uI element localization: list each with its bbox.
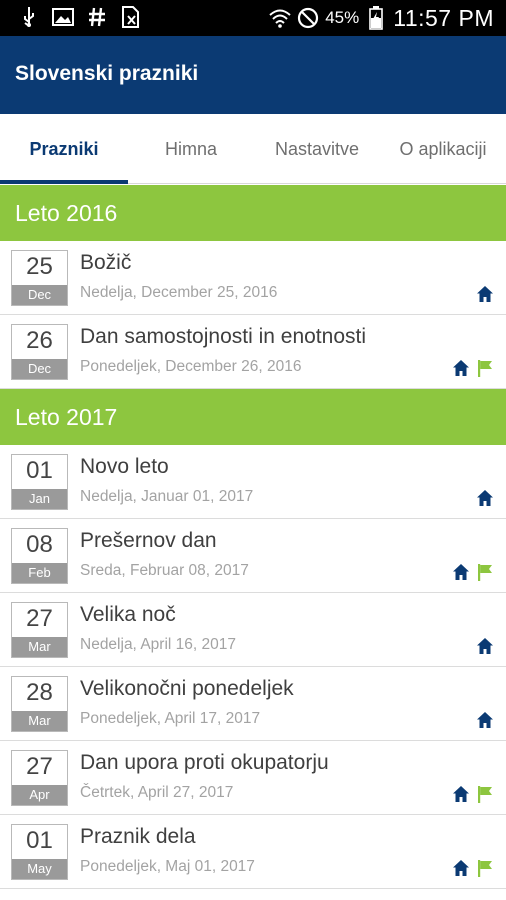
status-bar: 45% 11:57 PM	[0, 0, 506, 36]
date-day: 01	[26, 827, 53, 854]
no-sim-icon	[120, 6, 142, 28]
holiday-row[interactable]: 01 Jan Novo leto Nedelja, Januar 01, 2017	[0, 445, 506, 519]
holiday-date: Ponedeljek, Maj 01, 2017	[80, 858, 255, 875]
home-icon	[452, 359, 470, 377]
date-badge: 27 Apr	[11, 750, 68, 806]
date-badge: 01 Jan	[11, 454, 68, 510]
date-month: Jan	[12, 489, 67, 509]
holiday-title: Praznik dela	[80, 825, 196, 848]
usb-icon	[18, 6, 40, 28]
flag-icon	[476, 563, 494, 581]
holiday-title: Novo leto	[80, 455, 169, 478]
holiday-title: Prešernov dan	[80, 529, 217, 552]
holiday-list[interactable]: Leto 2016 25 Dec Božič Nedelja, December 25,…	[0, 185, 506, 889]
holiday-row[interactable]: 28 Mar Velikonočni ponedeljek Ponedeljek, A…	[0, 667, 506, 741]
year-header: Leto 2016	[0, 185, 506, 241]
date-day: 25	[26, 253, 53, 280]
date-month: Dec	[12, 359, 67, 379]
date-month: Dec	[12, 285, 67, 305]
holiday-row[interactable]: 27 Apr Dan upora proti okupatorju Četrtek, …	[0, 741, 506, 815]
date-day: 26	[26, 327, 53, 354]
date-day: 01	[26, 457, 53, 484]
flag-icon	[476, 785, 494, 803]
date-day: 28	[26, 679, 53, 706]
tab-prazniki[interactable]: Prazniki	[0, 114, 128, 184]
clock: 11:57 PM	[393, 4, 494, 31]
holiday-icons	[452, 859, 494, 877]
battery-percent: 45%	[325, 8, 360, 27]
flag-icon	[476, 859, 494, 877]
tab-nastavitve[interactable]: Nastavitve	[254, 114, 380, 184]
holiday-icons	[452, 563, 494, 581]
holiday-date: Ponedeljek, April 17, 2017	[80, 710, 261, 727]
holiday-row[interactable]: 08 Feb Prešernov dan Sreda, Februar 08, 201…	[0, 519, 506, 593]
holiday-icons	[452, 359, 494, 377]
wifi-icon	[269, 7, 291, 29]
battery-icon	[365, 6, 387, 30]
holiday-icons	[452, 785, 494, 803]
holiday-date: Ponedeljek, December 26, 2016	[80, 358, 302, 375]
holiday-date: Nedelja, Januar 01, 2017	[80, 488, 254, 505]
date-badge: 25 Dec	[11, 250, 68, 306]
home-icon	[452, 785, 470, 803]
status-bar-system: 45% 11:57 PM	[269, 3, 494, 33]
holiday-title: Dan upora proti okupatorju	[80, 751, 329, 774]
active-tab-indicator	[0, 180, 128, 184]
home-icon	[476, 637, 494, 655]
date-day: 27	[26, 605, 53, 632]
date-month: Feb	[12, 563, 67, 583]
date-badge: 28 Mar	[11, 676, 68, 732]
date-badge: 27 Mar	[11, 602, 68, 658]
year-header: Leto 2017	[0, 389, 506, 445]
do-not-disturb-icon	[297, 7, 319, 29]
holiday-icons	[476, 285, 494, 303]
holiday-row[interactable]: 26 Dec Dan samostojnosti in enotnosti Poned…	[0, 315, 506, 389]
holiday-row[interactable]: 25 Dec Božič Nedelja, December 25, 2016	[0, 241, 506, 315]
holiday-title: Dan samostojnosti in enotnosti	[80, 325, 366, 348]
app-title: Slovenski prazniki	[15, 62, 199, 85]
date-badge: 26 Dec	[11, 324, 68, 380]
date-badge: 01 May	[11, 824, 68, 880]
flag-icon	[476, 359, 494, 377]
holiday-title: Velikonočni ponedeljek	[80, 677, 294, 700]
holiday-date: Sreda, Februar 08, 2017	[80, 562, 249, 579]
date-month: Mar	[12, 711, 67, 731]
holiday-icons	[476, 637, 494, 655]
hash-icon	[86, 6, 108, 28]
home-icon	[452, 859, 470, 877]
holiday-row[interactable]: 27 Mar Velika noč Nedelja, April 16, 2017	[0, 593, 506, 667]
tab-himna[interactable]: Himna	[128, 114, 254, 184]
app-bar: Slovenski prazniki	[0, 36, 506, 114]
home-icon	[476, 711, 494, 729]
holiday-date: Četrtek, April 27, 2017	[80, 784, 234, 801]
date-month: May	[12, 859, 67, 879]
image-icon	[52, 6, 74, 28]
date-badge: 08 Feb	[11, 528, 68, 584]
tab-o-aplikaciji[interactable]: O aplikaciji	[380, 114, 506, 184]
date-day: 27	[26, 753, 53, 780]
holiday-title: Velika noč	[80, 603, 176, 626]
home-icon	[476, 489, 494, 507]
holiday-row[interactable]: 01 May Praznik dela Ponedeljek, Maj 01, 201…	[0, 815, 506, 889]
date-month: Apr	[12, 785, 67, 805]
holiday-icons	[476, 711, 494, 729]
holiday-icons	[476, 489, 494, 507]
holiday-date: Nedelja, December 25, 2016	[80, 284, 278, 301]
home-icon	[476, 285, 494, 303]
date-day: 08	[26, 531, 53, 558]
holiday-date: Nedelja, April 16, 2017	[80, 636, 236, 653]
holiday-title: Božič	[80, 251, 132, 274]
home-icon	[452, 563, 470, 581]
date-month: Mar	[12, 637, 67, 657]
tab-bar: Prazniki Himna Nastavitve O aplikaciji	[0, 114, 506, 184]
status-bar-notifications	[18, 6, 142, 28]
